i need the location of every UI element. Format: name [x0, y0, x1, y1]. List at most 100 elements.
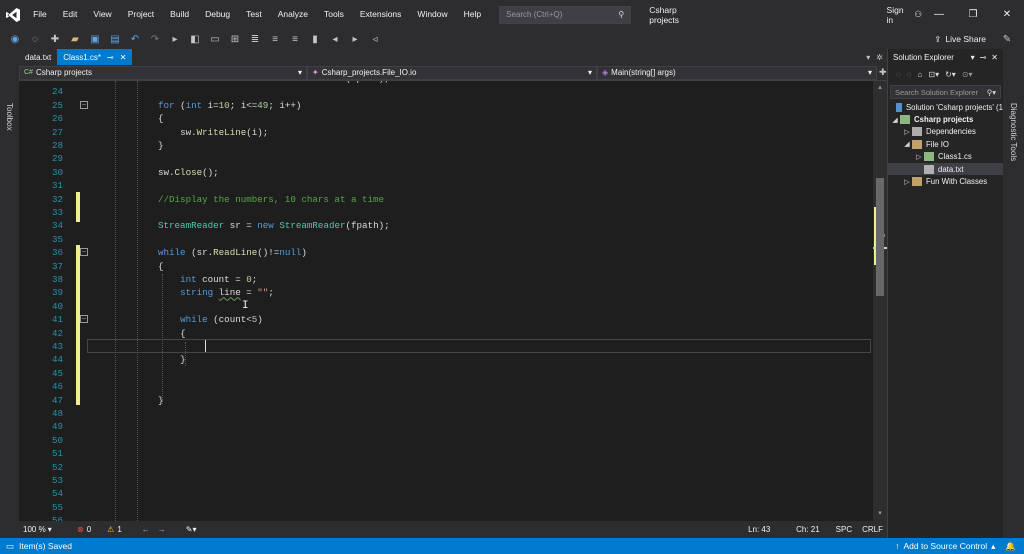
toolbox-tab[interactable]: Toolbox	[5, 103, 14, 131]
warning-count-button[interactable]: ⚠ 1	[107, 525, 122, 534]
fold-toggle[interactable]: −	[80, 248, 88, 256]
forward-icon[interactable]: ◌	[28, 32, 42, 46]
pending-changes-icon[interactable]: ↻▾	[945, 70, 956, 79]
fold-toggle[interactable]: −	[80, 315, 88, 323]
code-line[interactable]: 37 {	[19, 260, 873, 273]
bookmark-icon[interactable]: ▮	[308, 32, 322, 46]
code-line[interactable]: 51	[19, 447, 873, 460]
expand-arrow-icon[interactable]: ◢	[902, 140, 912, 148]
comment-icon[interactable]: ≡	[268, 32, 282, 46]
code-line[interactable]: 40	[19, 300, 873, 313]
pin-icon[interactable]: ⊸	[107, 53, 114, 62]
scroll-up-icon[interactable]: ▴	[875, 83, 885, 91]
code-line[interactable]: 39 string line = "";	[19, 286, 873, 299]
code-line[interactable]: 47}	[19, 394, 873, 407]
fold-toggle[interactable]: −	[80, 101, 88, 109]
browser-icon[interactable]: ◧	[188, 32, 202, 46]
save-all-icon[interactable]: ▤	[108, 32, 122, 46]
code-line[interactable]: 41 while (count<5)	[19, 313, 873, 326]
se-back-icon[interactable]: ◌	[896, 70, 901, 79]
code-line[interactable]: 27 sw.WriteLine(i);	[19, 126, 873, 139]
code-cleanup-icon[interactable]: ✎▾	[186, 525, 197, 534]
redo-icon[interactable]: ↷	[148, 32, 162, 46]
menu-edit[interactable]: Edit	[55, 0, 86, 29]
feedback-icon[interactable]: ✎	[1000, 32, 1014, 46]
code-line[interactable]: 49	[19, 420, 873, 433]
tree-item[interactable]: ◢ Csharp projects	[888, 113, 1003, 125]
minimize-button[interactable]: —	[922, 9, 956, 20]
member-dropdown[interactable]: ◈ Main(string[] args) ▾	[597, 65, 877, 80]
project-dropdown[interactable]: C# Csharp projects ▾	[19, 65, 307, 80]
code-line[interactable]: 46	[19, 380, 873, 393]
menu-window[interactable]: Window	[409, 0, 455, 29]
solution-search-input[interactable]: Search Solution Explorer ⚲▾	[890, 85, 1001, 99]
add-to-source-control-button[interactable]: ↑ Add to Source Control ▴	[895, 541, 995, 552]
close-tab-icon[interactable]: ✕	[120, 53, 127, 62]
live-share-button[interactable]: ⇪ Live Share	[934, 34, 986, 45]
code-line[interactable]: 48	[19, 407, 873, 420]
scrollbar-thumb[interactable]	[876, 178, 884, 296]
code-line[interactable]: 42 {	[19, 327, 873, 340]
home-icon[interactable]: ⌂	[918, 70, 923, 79]
code-line[interactable]: 38 int count = 0;	[19, 273, 873, 286]
class-dropdown[interactable]: ✦ Csharp_projects.File_IO.io ▾	[307, 65, 597, 80]
bookmark-clear-icon[interactable]: ◃	[368, 32, 382, 46]
code-line[interactable]: 56	[19, 514, 873, 521]
pin-panel-icon[interactable]: ⊸	[980, 53, 987, 62]
whitespace-mode[interactable]: SPC	[836, 525, 852, 534]
tree-item[interactable]: ▷ Class1.cs	[888, 151, 1003, 163]
format-icon[interactable]: ≣	[248, 32, 262, 46]
code-line[interactable]: 26 {	[19, 112, 873, 125]
bookmark-prev-icon[interactable]: ◂	[328, 32, 342, 46]
code-line[interactable]: 31	[19, 179, 873, 192]
menu-help[interactable]: Help	[456, 0, 489, 29]
split-editor-icon[interactable]: ✚	[879, 67, 887, 78]
navigate-forward-icon[interactable]: →	[158, 525, 166, 534]
menu-view[interactable]: View	[85, 0, 119, 29]
expand-arrow-icon[interactable]: ◢	[890, 116, 900, 124]
tree-item[interactable]: ◢ File IO	[888, 138, 1003, 150]
expand-arrow-icon[interactable]: ▷	[914, 153, 924, 161]
align-icon[interactable]: ⊞	[228, 32, 242, 46]
code-line[interactable]: 34 StreamReader sr = new StreamReader(fpa…	[19, 219, 873, 232]
menu-test[interactable]: Test	[238, 0, 270, 29]
menu-debug[interactable]: Debug	[197, 0, 238, 29]
tab-data-txt[interactable]: data.txt	[19, 49, 57, 65]
tree-item[interactable]: ▷ Dependencies	[888, 126, 1003, 138]
code-line[interactable]: 55	[19, 501, 873, 514]
close-window-button[interactable]: ✕	[990, 9, 1024, 20]
undo-icon[interactable]: ↶	[128, 32, 142, 46]
menu-analyze[interactable]: Analyze	[270, 0, 316, 29]
menu-project[interactable]: Project	[120, 0, 162, 29]
code-line[interactable]: 32 //Display the numbers, 10 chars at a t…	[19, 193, 873, 206]
tree-item[interactable]: Solution 'Csharp projects' (1	[888, 101, 1003, 113]
switch-views-icon[interactable]: ⊡▾	[928, 70, 939, 79]
tree-item[interactable]: ▷ Fun With Classes	[888, 175, 1003, 187]
error-count-button[interactable]: ⊗ 0	[77, 525, 91, 534]
code-line[interactable]: 36 while (sr.ReadLine()!=null)	[19, 246, 873, 259]
code-line[interactable]: 33	[19, 206, 873, 219]
menu-build[interactable]: Build	[162, 0, 197, 29]
line-ending-mode[interactable]: CRLF	[862, 525, 883, 534]
new-project-icon[interactable]: ✚	[48, 32, 62, 46]
code-line[interactable]: 29	[19, 152, 873, 165]
navigate-back-icon[interactable]: ←	[142, 525, 150, 534]
diagnostic-tools-tab[interactable]: Diagnostic Tools	[1009, 103, 1018, 161]
bookmark-next-icon[interactable]: ▸	[348, 32, 362, 46]
open-folder-icon[interactable]: ▰	[68, 32, 82, 46]
toolbar-extra-icon[interactable]: ▭	[208, 32, 222, 46]
menu-tools[interactable]: Tools	[316, 0, 352, 29]
save-icon[interactable]: ▣	[88, 32, 102, 46]
uncomment-icon[interactable]: ≡	[288, 32, 302, 46]
code-line[interactable]: 30 sw.Close();	[19, 166, 873, 179]
restore-button[interactable]: ❐	[956, 9, 990, 20]
code-line[interactable]: 44 }	[19, 353, 873, 366]
code-line[interactable]: 54	[19, 487, 873, 500]
search-input[interactable]: Search (Ctrl+Q) ⚲	[499, 5, 632, 24]
attach-icon[interactable]: ▸	[168, 32, 182, 46]
code-line[interactable]: 50	[19, 434, 873, 447]
vertical-scrollbar[interactable]: ▴ ▾	[873, 81, 887, 521]
menu-file[interactable]: File	[25, 0, 55, 29]
expand-arrow-icon[interactable]: ▷	[902, 128, 912, 136]
panel-options-icon[interactable]: ▾	[971, 53, 975, 62]
